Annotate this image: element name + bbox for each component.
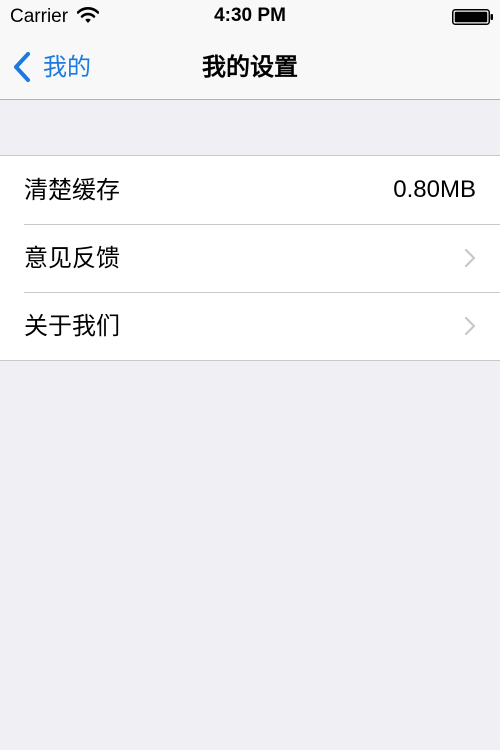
feedback-label: 意见反馈 bbox=[24, 244, 120, 272]
feedback-row[interactable]: 意见反馈 bbox=[0, 224, 500, 292]
status-bar: Carrier 4:30 PM bbox=[0, 0, 500, 34]
battery-icon bbox=[452, 9, 493, 25]
status-time: 4:30 PM bbox=[214, 5, 286, 26]
navigation-bar: 我的设置 我的 bbox=[0, 34, 500, 100]
about-us-label: 关于我们 bbox=[24, 312, 120, 340]
chevron-right-icon bbox=[464, 316, 476, 336]
chevron-left-icon bbox=[14, 52, 30, 82]
about-us-row[interactable]: 关于我们 bbox=[0, 292, 500, 360]
back-button[interactable]: 我的 bbox=[12, 50, 91, 84]
clear-cache-row[interactable]: 清楚缓存 0.80MB bbox=[0, 156, 500, 224]
settings-list: 清楚缓存 0.80MB 意见反馈 关于我们 bbox=[0, 155, 500, 361]
chevron-right-icon bbox=[464, 248, 476, 268]
back-button-label: 我的 bbox=[43, 53, 91, 81]
clear-cache-label: 清楚缓存 bbox=[24, 176, 120, 204]
cache-size-value: 0.80MB bbox=[393, 176, 476, 203]
